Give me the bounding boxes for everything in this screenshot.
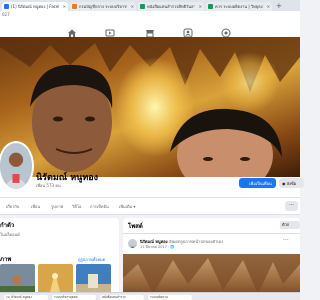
add-friend-icon: 👤 (243, 180, 249, 186)
new-tab-button[interactable]: + (276, 2, 282, 11)
browser-tab-strip: (1) นิรัตมณ์ หนูทอง | Facebook ✕ กรมบัญช… (0, 0, 300, 11)
document-icon (72, 4, 77, 9)
sheet-icon (208, 4, 213, 9)
browser-tab-label: ควร ระบบผลิตงาน | วิทยุลงโหมดให้ตรง (215, 4, 263, 9)
close-tab-icon[interactable]: ✕ (199, 4, 202, 9)
browser-tab-label: หนังสือแทนสำรวจสิทธิวันลา | โพรมนูรีร์เค… (147, 4, 195, 9)
message-label: ส่งข้อ (286, 180, 297, 186)
gaming-icon[interactable] (221, 23, 231, 38)
home-icon[interactable] (67, 23, 77, 37)
browser-tab-payroll[interactable]: กรมบัญชีกลาง ระบบบริหารบุคคล/ วิทยุลงกฎห… (70, 2, 136, 11)
tab-more[interactable]: เพิ่มเติม (119, 203, 136, 210)
video-icon[interactable] (105, 23, 115, 37)
sheet-icon (140, 4, 145, 9)
tab-checkins[interactable]: การเช็คอิน (90, 203, 109, 210)
about-title: กำตัว (0, 222, 15, 229)
post-options-icon[interactable]: ··· (283, 237, 289, 244)
posts-title: โพสต์ (128, 223, 143, 230)
close-tab-icon[interactable]: ✕ (267, 4, 270, 9)
taskbar-item[interactable]: (1) นิรัตมณ์ หนูทอง (4, 295, 48, 300)
facebook-icon (4, 4, 9, 9)
divider (123, 233, 300, 234)
tab-friends[interactable]: เพื่อน (31, 203, 40, 210)
close-tab-icon[interactable]: ✕ (131, 4, 134, 9)
message-button[interactable]: ◉ ส่งข้อ (279, 178, 304, 188)
tab-about[interactable]: เกี่ยวกับ (6, 203, 19, 210)
browser-tab-label: กรมบัญชีกลาง ระบบบริหารบุคคล/ วิทยุลงกฎห… (79, 4, 127, 9)
browser-tab-work-system[interactable]: ควร ระบบผลิตงาน | วิทยุลงโหมดให้ตรง ✕ (206, 2, 272, 11)
taskbar-item[interactable]: ระบบบริหารบุคคล (52, 295, 96, 300)
os-taskbar: (1) นิรัตมณ์ หนูทอง ระบบบริหารบุคคล หนัง… (0, 292, 300, 300)
add-friend-button[interactable]: 👤 เพิ่มเป็นเพื่อน (239, 178, 276, 188)
close-tab-icon[interactable]: ✕ (63, 4, 66, 9)
more-options-button[interactable]: ··· (285, 201, 298, 211)
about-text: ในบล็ออนด์ (0, 232, 20, 237)
post-timestamp[interactable]: 11 มีนาคม 2017 · 🌐 (140, 244, 175, 250)
browser-tab-label: (1) นิรัตมณ์ หนูทอง | Facebook (11, 4, 59, 9)
profile-tabs: เกี่ยวกับ เพื่อน รูปภาพ วิดีโอ การเช็คอิ… (0, 197, 300, 215)
address-fragment: 027 (2, 12, 10, 17)
groups-icon[interactable] (183, 23, 193, 38)
tab-photos[interactable]: รูปภาพ (51, 203, 63, 210)
taskbar-item[interactable]: ระบบผลิตงาน (148, 295, 192, 300)
filter-button[interactable]: ตัวก (280, 221, 300, 229)
photos-title: ภาพ (0, 256, 12, 263)
taskbar-item[interactable]: หนังสือแทนสำรวจ (100, 295, 144, 300)
cover-photo[interactable] (0, 37, 300, 177)
tab-videos[interactable]: วิดีโอ (72, 203, 81, 210)
messenger-icon: ◉ (282, 180, 286, 186)
browser-tab-facebook[interactable]: (1) นิรัตมณ์ หนูทอง | Facebook ✕ (2, 2, 68, 11)
friend-count[interactable]: เพื่อน 573 คน (36, 182, 61, 189)
post-action-text: อัพเดตรูปภาพหน้าปกของตัวเอง (169, 239, 224, 244)
browser-tab-leave-sheet[interactable]: หนังสือแทนสำรวจสิทธิวันลา | โพรมนูรีร์เค… (138, 2, 204, 11)
posts-card: โพสต์ ตัวก นิรัตมณ์ หนูทอง อัพเดตรูปภาพห… (123, 218, 300, 300)
add-friend-label: เพิ่มเป็นเพื่อน (249, 180, 272, 186)
intro-card: กำตัว ในบล็ออนด์ ภาพ ดูรูปภาพทั้งหมด (0, 218, 119, 300)
post-author-avatar[interactable] (128, 239, 137, 248)
marketplace-icon[interactable] (145, 23, 155, 38)
see-all-photos-link[interactable]: ดูรูปภาพทั้งหมด (78, 256, 105, 263)
